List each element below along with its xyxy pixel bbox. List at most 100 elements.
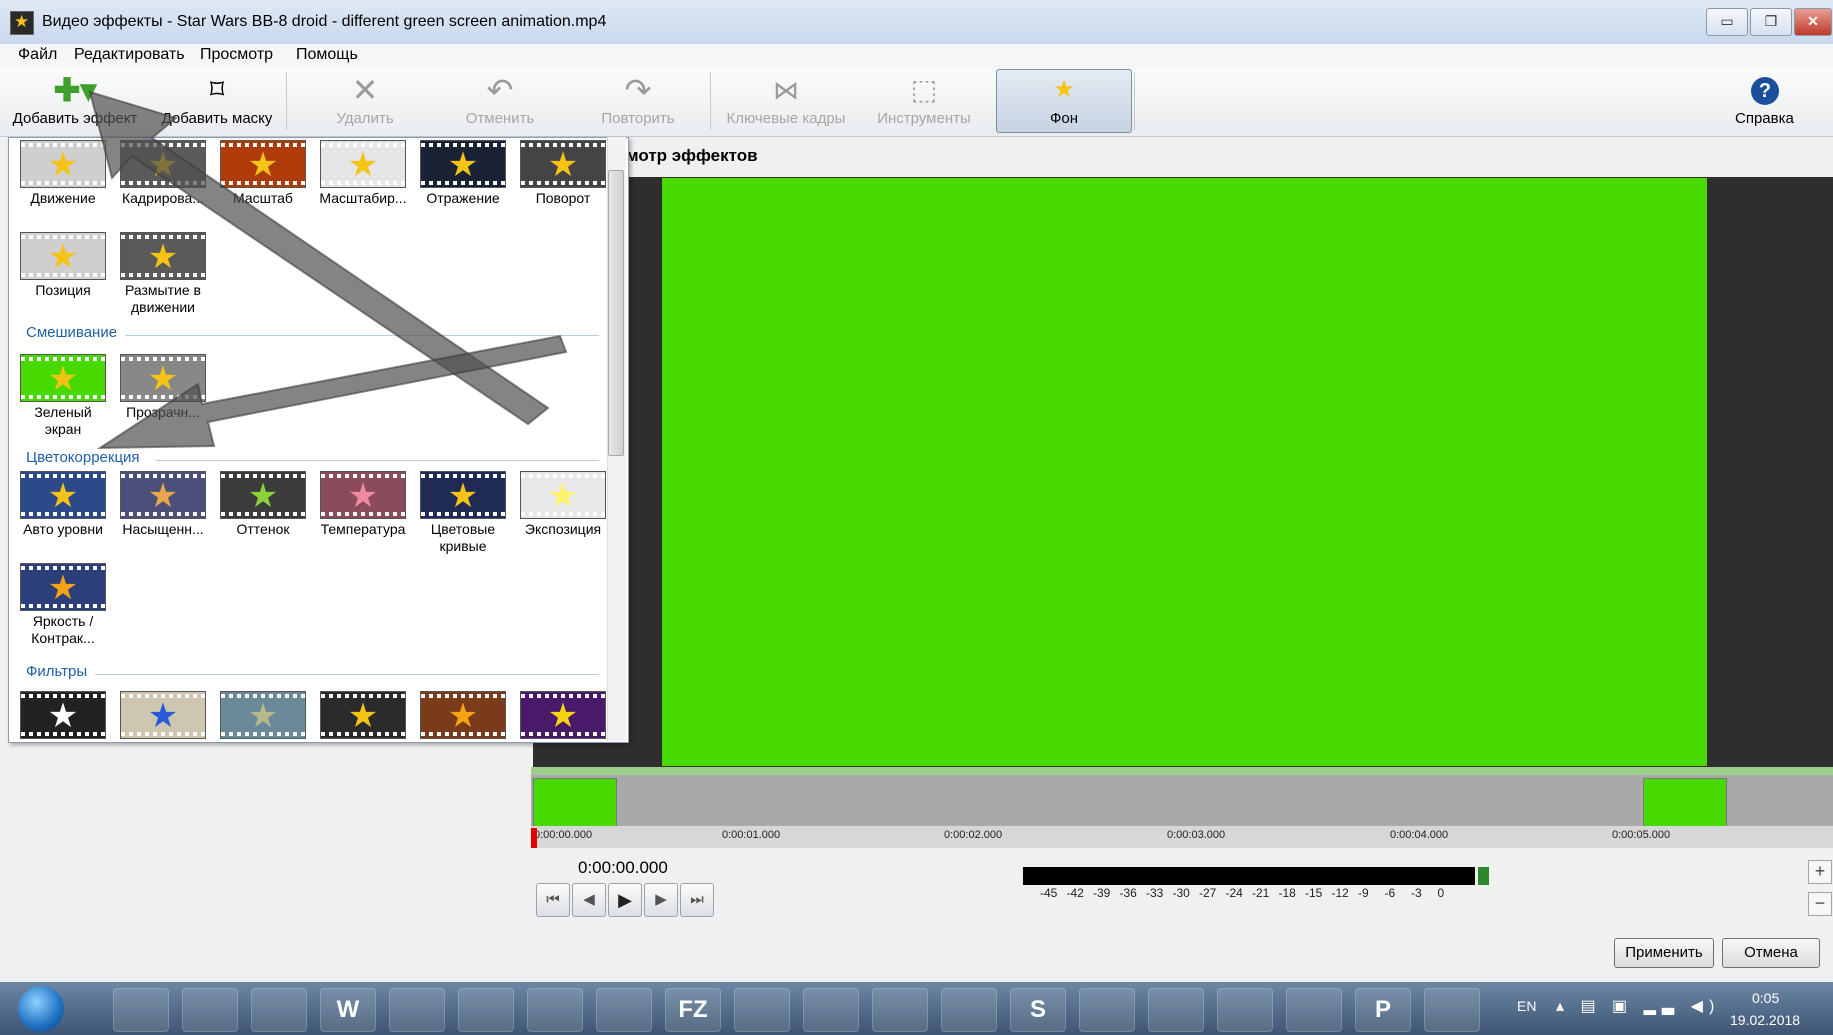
background-button[interactable]: ★ Фон bbox=[996, 69, 1132, 133]
effect-tile[interactable]: ★ Яркость / Контрак... bbox=[15, 563, 111, 647]
effect-tile[interactable]: ★ Движение bbox=[15, 140, 111, 207]
audio-scale-tick: -21 bbox=[1252, 886, 1270, 900]
ruler-tick: 0:00:00.000 bbox=[534, 829, 593, 841]
zoom-out-button[interactable]: − bbox=[1808, 892, 1832, 916]
taskbar-app-eye-icon[interactable] bbox=[1148, 988, 1204, 1032]
effect-tile[interactable]: ★ Зеленый экран bbox=[15, 354, 111, 438]
effect-tile[interactable]: ★ Температура bbox=[315, 471, 411, 538]
playhead[interactable] bbox=[531, 828, 537, 848]
tray-language[interactable]: EN bbox=[1517, 998, 1536, 1014]
audio-scale-tick: -27 bbox=[1199, 886, 1217, 900]
ruler-tick: 0:00:01.000 bbox=[722, 829, 781, 841]
effect-tile[interactable]: ★ Масштаб bbox=[215, 140, 311, 207]
next-frame-button[interactable]: ▶ bbox=[644, 883, 678, 917]
ruler-tick: 0:00:03.000 bbox=[1167, 829, 1226, 841]
effect-tile[interactable]: ★ Насыщенн... bbox=[115, 471, 211, 538]
delete-button[interactable]: ✕ Удалить bbox=[320, 70, 410, 136]
taskbar-app-flower-icon[interactable] bbox=[1424, 988, 1480, 1032]
audio-scale-tick: -39 bbox=[1093, 886, 1111, 900]
category-color-correction: Цветокоррекция bbox=[26, 449, 140, 466]
clock-date[interactable]: 19.02.2018 bbox=[1730, 1012, 1800, 1028]
effect-tile[interactable]: ★ Цветовые кривые bbox=[415, 471, 511, 555]
effect-tile[interactable]: ★ Масштабир... bbox=[315, 140, 411, 207]
delete-x-icon: ✕ bbox=[351, 72, 379, 108]
taskbar-app-notepad-icon[interactable] bbox=[1079, 988, 1135, 1032]
help-icon[interactable]: ? bbox=[1751, 77, 1779, 105]
add-effect-button[interactable]: ✚▾ Добавить эффект bbox=[10, 70, 140, 136]
keyframes-button[interactable]: ⋈ Ключевые кадры bbox=[720, 70, 852, 136]
taskbar-app-notes-icon[interactable] bbox=[182, 988, 238, 1032]
taskbar-app-p-icon[interactable]: P bbox=[1355, 988, 1411, 1032]
menu-edit[interactable]: Редактировать bbox=[74, 46, 185, 64]
app-icon bbox=[10, 11, 34, 35]
menu-help[interactable]: Помощь bbox=[296, 46, 358, 64]
audio-scale-tick: -9 bbox=[1358, 886, 1369, 900]
zoom-in-button[interactable]: + bbox=[1808, 860, 1832, 884]
taskbar-app-s-icon[interactable]: S bbox=[1010, 988, 1066, 1032]
effect-tile[interactable]: ★ Оттенок bbox=[215, 471, 311, 538]
audio-scale-tick: -3 bbox=[1411, 886, 1422, 900]
window-title: Видео эффекты - Star Wars BB-8 droid - d… bbox=[42, 13, 607, 30]
taskbar-app-python-icon[interactable] bbox=[596, 988, 652, 1032]
effect-tile[interactable]: ★ Экспозиция bbox=[515, 471, 611, 538]
filter-thumbnail-icon[interactable]: ★ bbox=[20, 691, 106, 739]
taskbar-app-globe-icon[interactable] bbox=[803, 988, 859, 1032]
tools-button[interactable]: ⬚ Инструменты bbox=[866, 70, 982, 136]
taskbar-app-browser-icon[interactable] bbox=[1217, 988, 1273, 1032]
taskbar-app-w-icon[interactable]: W bbox=[320, 988, 376, 1032]
tray-icons[interactable]: ▴ ▤ ▣ ▂▃ ◀) bbox=[1556, 996, 1720, 1016]
effect-label: Прозрачн... bbox=[126, 404, 200, 420]
effect-tile[interactable]: ★ Прозрачн... bbox=[115, 354, 211, 421]
taskbar-app-video-editor-icon[interactable] bbox=[1286, 988, 1342, 1032]
apply-button[interactable]: Применить bbox=[1614, 938, 1714, 968]
filter-thumbnail-icon[interactable]: ★ bbox=[420, 691, 506, 739]
effect-tile[interactable]: ★ Размытие в движении bbox=[115, 232, 211, 316]
maximize-button[interactable]: ❐ bbox=[1750, 8, 1792, 36]
undo-button[interactable]: ↶ Отменить bbox=[450, 70, 550, 136]
toolbar-separator bbox=[710, 72, 711, 130]
category-blending: Смешивание bbox=[26, 324, 118, 341]
effect-tile[interactable]: ★ Поворот bbox=[515, 140, 611, 207]
minimize-button[interactable]: ▭ bbox=[1706, 8, 1748, 36]
cancel-button[interactable]: Отмена bbox=[1722, 938, 1820, 968]
taskbar-app-media-player-icon[interactable] bbox=[251, 988, 307, 1032]
ruler-tick: 0:00:02.000 bbox=[944, 829, 1003, 841]
taskbar-app-audio-icon[interactable] bbox=[527, 988, 583, 1032]
taskbar-app-firefox-icon[interactable] bbox=[389, 988, 445, 1032]
mask-icon: ⌑ bbox=[209, 74, 225, 105]
effect-tile[interactable]: ★ Позиция bbox=[15, 232, 111, 299]
help-label[interactable]: Справка bbox=[1735, 110, 1794, 127]
play-button[interactable]: ▶ bbox=[608, 883, 642, 917]
taskbar-app-fz-icon[interactable]: FZ bbox=[665, 988, 721, 1032]
filter-thumbnail-icon[interactable]: ★ bbox=[120, 691, 206, 739]
menu-file[interactable]: Файл bbox=[18, 46, 57, 64]
close-button[interactable]: ✕ bbox=[1794, 8, 1832, 36]
previous-frame-button[interactable]: ◀ bbox=[572, 883, 606, 917]
effect-label: Кадрирова... bbox=[121, 190, 205, 206]
toolbar-separator bbox=[286, 72, 287, 130]
scrollbar-thumb[interactable] bbox=[608, 170, 624, 456]
curves-star-icon: ★ bbox=[420, 471, 506, 519]
go-to-end-button[interactable]: ⏭ bbox=[680, 883, 714, 917]
start-button[interactable] bbox=[18, 986, 64, 1032]
effect-tile[interactable]: ★ Кадрирова... bbox=[115, 140, 211, 207]
taskbar-app-chrome-icon[interactable] bbox=[458, 988, 514, 1032]
effect-label: Зеленый экран bbox=[34, 404, 92, 437]
effect-tile[interactable]: ★ Отражение bbox=[415, 140, 511, 207]
video-preview bbox=[662, 178, 1707, 766]
effect-tile[interactable]: ★ Авто уровни bbox=[15, 471, 111, 538]
temperature-star-icon: ★ bbox=[320, 471, 406, 519]
filter-thumbnail-icon[interactable]: ★ bbox=[520, 691, 606, 739]
taskbar-app-box-icon[interactable] bbox=[872, 988, 928, 1032]
clock-time[interactable]: 0:05 bbox=[1752, 990, 1779, 1006]
add-mask-button[interactable]: ⌑ Добавить маску bbox=[152, 70, 282, 136]
taskbar-app-tools-icon[interactable] bbox=[941, 988, 997, 1032]
filter-thumbnail-icon[interactable]: ★ bbox=[220, 691, 306, 739]
rotate-star-icon: ★ bbox=[520, 140, 606, 188]
taskbar-app-explorer-tiles-icon[interactable] bbox=[113, 988, 169, 1032]
redo-button[interactable]: ↷ Повторить bbox=[588, 70, 688, 136]
go-to-start-button[interactable]: ⏮ bbox=[536, 883, 570, 917]
taskbar-app-file-manager-icon[interactable] bbox=[734, 988, 790, 1032]
menu-view[interactable]: Просмотр bbox=[200, 46, 273, 64]
filter-thumbnail-icon[interactable]: ★ bbox=[320, 691, 406, 739]
